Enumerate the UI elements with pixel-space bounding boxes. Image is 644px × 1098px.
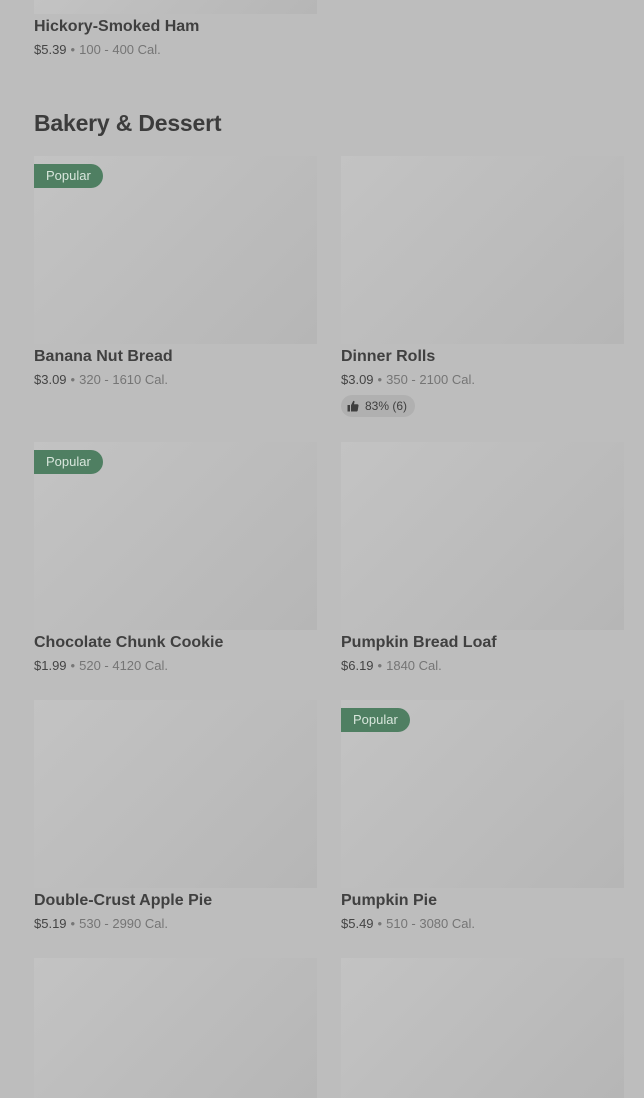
item-name[interactable]: Banana Nut Bread: [34, 348, 173, 366]
item-meta: $3.09 • 350 - 2100 Cal.: [341, 372, 475, 387]
item-calories: 530 - 2990 Cal.: [79, 916, 169, 931]
separator-dot: •: [70, 372, 76, 387]
item-price: $5.39: [34, 42, 67, 57]
item-price: $3.09: [341, 372, 374, 387]
separator-dot: •: [70, 916, 76, 931]
item-name[interactable]: Double-Crust Apple Pie: [34, 892, 212, 910]
popular-badge: Popular: [341, 708, 410, 732]
separator-dot: •: [377, 916, 383, 931]
item-price: $5.49: [341, 916, 374, 931]
separator-dot: •: [377, 658, 383, 673]
item-meta: $6.19 • 1840 Cal.: [341, 658, 442, 673]
section-title: Bakery & Dessert: [34, 110, 222, 136]
popular-badge: Popular: [34, 450, 103, 474]
item-price: $5.19: [34, 916, 67, 931]
item-image[interactable]: [341, 958, 624, 1098]
item-name[interactable]: Hickory-Smoked Ham: [34, 18, 199, 36]
item-calories: 520 - 4120 Cal.: [79, 658, 169, 673]
item-calories: 320 - 1610 Cal.: [79, 372, 169, 387]
item-name[interactable]: Dinner Rolls: [341, 348, 435, 366]
item-price: $6.19: [341, 658, 374, 673]
separator-dot: •: [377, 372, 383, 387]
item-calories: 100 - 400 Cal.: [79, 42, 161, 57]
item-image[interactable]: [34, 958, 317, 1098]
popular-badge: Popular: [34, 164, 103, 188]
rating-badge: 83% (6): [341, 395, 416, 417]
item-price: $3.09: [34, 372, 67, 387]
item-name[interactable]: Chocolate Chunk Cookie: [34, 634, 223, 652]
item-calories: 510 - 3080 Cal.: [386, 916, 476, 931]
item-meta: $5.49 • 510 - 3080 Cal.: [341, 916, 475, 931]
item-image-hickory-smoked-ham[interactable]: [34, 0, 317, 14]
item-price: $1.99: [34, 658, 67, 673]
separator-dot: •: [70, 658, 76, 673]
item-calories: 1840 Cal.: [386, 658, 442, 673]
rating-text: 83% (6): [365, 399, 408, 413]
item-image-double-crust-apple-pie[interactable]: [34, 700, 317, 888]
item-meta: $3.09 • 320 - 1610 Cal.: [34, 372, 168, 387]
item-image-dinner-rolls[interactable]: [341, 156, 624, 344]
item-name[interactable]: Pumpkin Bread Loaf: [341, 634, 497, 652]
thumbs-up-icon: [347, 400, 359, 412]
item-meta: $1.99 • 520 - 4120 Cal.: [34, 658, 168, 673]
item-name[interactable]: Pumpkin Pie: [341, 892, 437, 910]
item-meta: $5.19 • 530 - 2990 Cal.: [34, 916, 168, 931]
item-meta: $5.39 • 100 - 400 Cal.: [34, 42, 161, 57]
item-calories: 350 - 2100 Cal.: [386, 372, 476, 387]
item-image-pumpkin-bread-loaf[interactable]: [341, 442, 624, 630]
separator-dot: •: [70, 42, 76, 57]
